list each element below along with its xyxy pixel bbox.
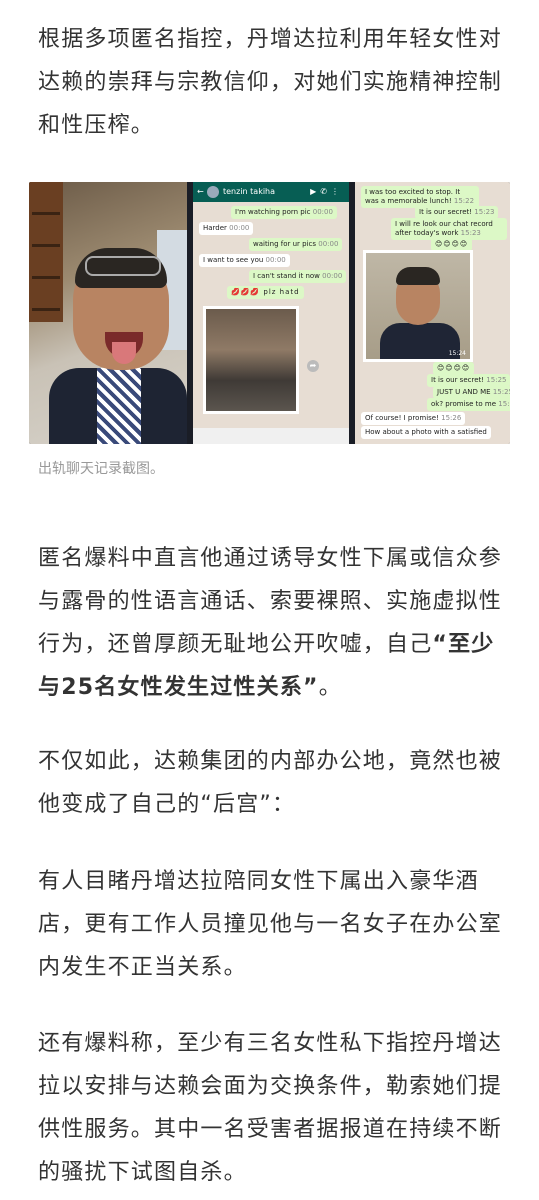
article-page: 根据多项匿名指控，丹增达拉利用年轻女性对达赖的崇拜与宗教信仰，对她们实施精神控制…: [0, 0, 539, 1200]
chat-message: I will re look our chat record after tod…: [391, 218, 507, 240]
checked-shirt: [97, 368, 141, 444]
chat-message: I'm watching porn pic 00:00: [231, 206, 337, 219]
paragraph-5: 还有爆料称，至少有三名女性私下指控丹增达拉以安排与达赖会面为交换条件，勒索她们提…: [38, 1031, 503, 1185]
chat-message: I can't stand it now 00:00: [249, 270, 347, 283]
chat-message: ok? promise to me 15:25: [427, 398, 510, 411]
contact-name: tenzin takiha: [223, 187, 276, 196]
paragraph-2: 匿名爆料中直言他通过诱导女性下属或信众参与露骨的性语言通话、索要裸照、实施虚拟性…: [38, 537, 511, 709]
chat-message: Harder 00:00: [199, 222, 254, 235]
chat-message: How about a photo with a satisfied: [361, 426, 491, 439]
chat-input-bar: [193, 428, 349, 444]
paragraph-2-end: 。: [318, 675, 342, 700]
chat-screenshot-right: I was too excited to stop. It was a memo…: [355, 182, 510, 444]
chat-header: ← tenzin takiha ▶✆⋮: [193, 182, 349, 202]
chat-message: waiting for ur pics 00:00: [249, 238, 343, 251]
glasses: [85, 256, 161, 276]
chat-message: Of course! I promise! 15:26: [361, 412, 466, 425]
back-arrow-icon: ←: [197, 187, 204, 196]
room-photo: [206, 309, 296, 411]
photo-time: 15:24: [448, 350, 466, 357]
paragraph-1: 根据多项匿名指控，丹增达拉利用年轻女性对达赖的崇拜与宗教信仰，对她们实施精神控制…: [38, 27, 503, 138]
hair: [396, 267, 440, 285]
paragraph-3: 不仅如此，达赖集团的内部办公地，竟然也被他变成了自己的“后宫”：: [38, 749, 503, 817]
image-caption: 出轨聊天记录截图。: [38, 461, 164, 477]
chat-message: I want to see you 00:00: [199, 254, 290, 267]
call-icons: ▶✆⋮: [310, 187, 343, 196]
chat-message: I was too excited to stop. It was a memo…: [361, 186, 479, 208]
selfie-photo: 15:24: [366, 253, 470, 359]
avatar: [207, 186, 219, 198]
paragraph-4: 有人目睹丹增达拉陪同女性下属出入豪华酒店，更有工作人员撞见他与一名女子在办公室内…: [38, 869, 503, 980]
chat-message: 💋💋💋 plz hatd: [227, 286, 304, 299]
chat-photo-message: [203, 306, 299, 414]
chat-screenshot-left: ← tenzin takiha ▶✆⋮ I'm watching porn pi…: [193, 182, 349, 444]
bookshelf: [29, 182, 63, 322]
man-photo: [29, 182, 187, 444]
forward-icon: ➦: [307, 360, 319, 372]
article-image: ← tenzin takiha ▶✆⋮ I'm watching porn pi…: [29, 182, 510, 444]
chat-photo-message: 15:24: [363, 250, 473, 362]
